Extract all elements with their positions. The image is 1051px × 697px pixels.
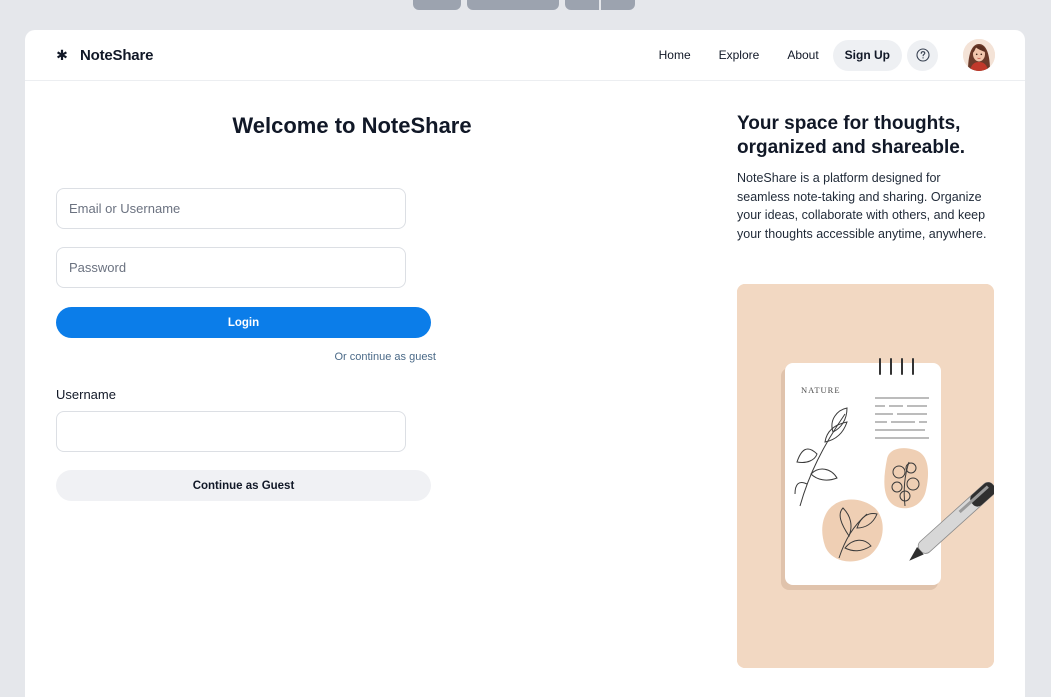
avatar[interactable] — [963, 39, 995, 71]
help-circle-icon — [915, 48, 930, 62]
nav-link-home[interactable]: Home — [659, 48, 691, 62]
username-label: Username — [56, 387, 116, 402]
continue-as-guest-button[interactable]: Continue as Guest — [56, 470, 431, 501]
brand[interactable]: ✱ NoteShare — [56, 47, 153, 64]
welcome-title: Welcome to NoteShare — [232, 113, 472, 138]
notebook-title-text: NATURE — [801, 385, 841, 395]
user-avatar-image — [963, 39, 995, 71]
username-input[interactable] — [56, 411, 406, 452]
navbar: ✱ NoteShare Home Explore About Sign Up — [25, 30, 1025, 81]
toolbar-button[interactable] — [467, 0, 559, 10]
password-input[interactable] — [56, 247, 406, 288]
asterisk-icon: ✱ — [56, 46, 68, 63]
top-toolbar — [413, 0, 635, 10]
help-button[interactable] — [907, 39, 938, 71]
notebook-illustration-image: NATURE — [737, 284, 994, 668]
notebook-illustration: NATURE — [737, 284, 994, 668]
toolbar-dropdown-button[interactable] — [601, 0, 635, 10]
continue-as-guest-link[interactable]: Or continue as guest — [56, 351, 436, 363]
toolbar-button[interactable] — [565, 0, 599, 10]
sign-up-button[interactable]: Sign Up — [832, 39, 902, 71]
nav-link-about[interactable]: About — [787, 48, 818, 62]
app-window: ✱ NoteShare Home Explore About Sign Up W… — [25, 30, 1025, 697]
toolbar-split-button — [565, 0, 635, 10]
brand-name: NoteShare — [80, 46, 154, 64]
toolbar-button[interactable] — [413, 0, 461, 10]
main-content: Welcome to NoteShare Login Or continue a… — [25, 81, 1025, 697]
nav-menu: Home Explore About Sign Up — [659, 39, 995, 71]
email-input[interactable] — [56, 188, 406, 229]
info-title: Your space for thoughts, organized and s… — [737, 113, 966, 158]
info-description: NoteShare is a platform designed for sea… — [737, 171, 987, 242]
login-button[interactable]: Login — [56, 307, 431, 338]
nav-link-explore[interactable]: Explore — [719, 48, 760, 62]
